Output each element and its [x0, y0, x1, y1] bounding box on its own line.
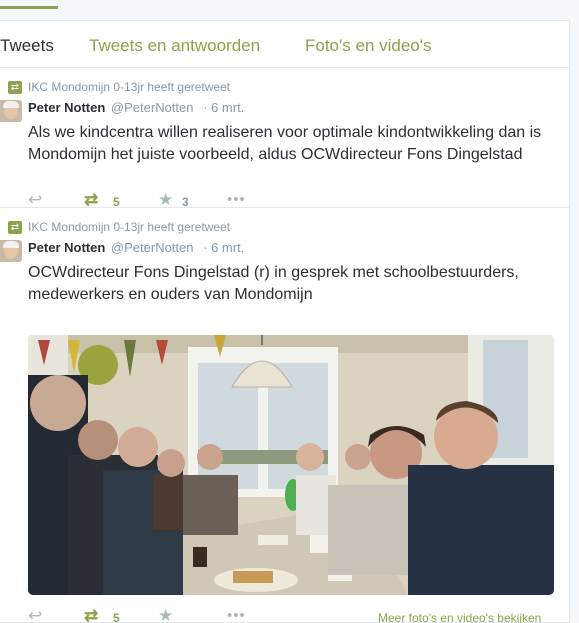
tweet-item[interactable]: ⇄ IKC Mondomijn 0-13jr heeft geretweet P…: [0, 208, 570, 623]
retweet-context-text[interactable]: IKC Mondomijn 0-13jr heeft geretweet: [28, 221, 230, 234]
tweet-timestamp[interactable]: · 6 mrt.: [203, 240, 244, 255]
top-accent-bar: [0, 6, 58, 9]
more-icon[interactable]: •••: [227, 608, 246, 623]
retweet-icon: ⇄: [8, 221, 22, 234]
tab-tweets[interactable]: Tweets: [0, 36, 54, 56]
more-icon[interactable]: •••: [227, 192, 246, 208]
tweet-item[interactable]: ⇄ IKC Mondomijn 0-13jr heeft geretweet P…: [0, 68, 570, 209]
author-username[interactable]: @PeterNotten: [111, 100, 194, 115]
tweet-timestamp[interactable]: · 6 mrt.: [203, 100, 244, 115]
meeting-photo-illustration: [28, 335, 554, 595]
retweet-context-text[interactable]: IKC Mondomijn 0-13jr heeft geretweet: [28, 81, 230, 94]
author-fullname[interactable]: Peter Notten: [28, 100, 105, 115]
more-photos-videos-link[interactable]: Meer foto's en video's bekijken: [378, 611, 541, 623]
tweet-photo[interactable]: [28, 335, 554, 595]
reply-icon[interactable]: ↩: [28, 607, 42, 623]
timeline-tabs: Tweets Tweets en antwoorden Foto's en vi…: [0, 21, 570, 68]
tweet-author: Peter Notten @PeterNotten · 6 mrt.: [28, 99, 244, 117]
timeline-card: Tweets Tweets en antwoorden Foto's en vi…: [0, 20, 570, 623]
star-icon[interactable]: ★: [158, 607, 173, 623]
star-icon[interactable]: ★: [158, 191, 173, 208]
author-fullname[interactable]: Peter Notten: [28, 240, 105, 255]
author-username[interactable]: @PeterNotten: [111, 240, 194, 255]
top-strip: [0, 0, 579, 10]
tab-photos-videos[interactable]: Foto's en video's: [305, 36, 432, 56]
tweet-text: OCWdirecteur Fons Dingelstad (r) in gesp…: [28, 264, 519, 303]
retweet-icon[interactable]: ⇄: [84, 191, 98, 208]
tweet-text: Als we kindcentra willen realiseren voor…: [28, 124, 542, 163]
reply-icon[interactable]: ↩: [28, 191, 42, 208]
retweet-count: 5: [113, 611, 120, 623]
retweet-icon[interactable]: ⇄: [84, 607, 98, 623]
retweet-icon: ⇄: [8, 81, 22, 94]
avatar[interactable]: [0, 100, 22, 122]
avatar[interactable]: [0, 240, 22, 262]
tweet-author: Peter Notten @PeterNotten · 6 mrt.: [28, 239, 244, 257]
tab-tweets-and-replies[interactable]: Tweets en antwoorden: [89, 36, 260, 56]
